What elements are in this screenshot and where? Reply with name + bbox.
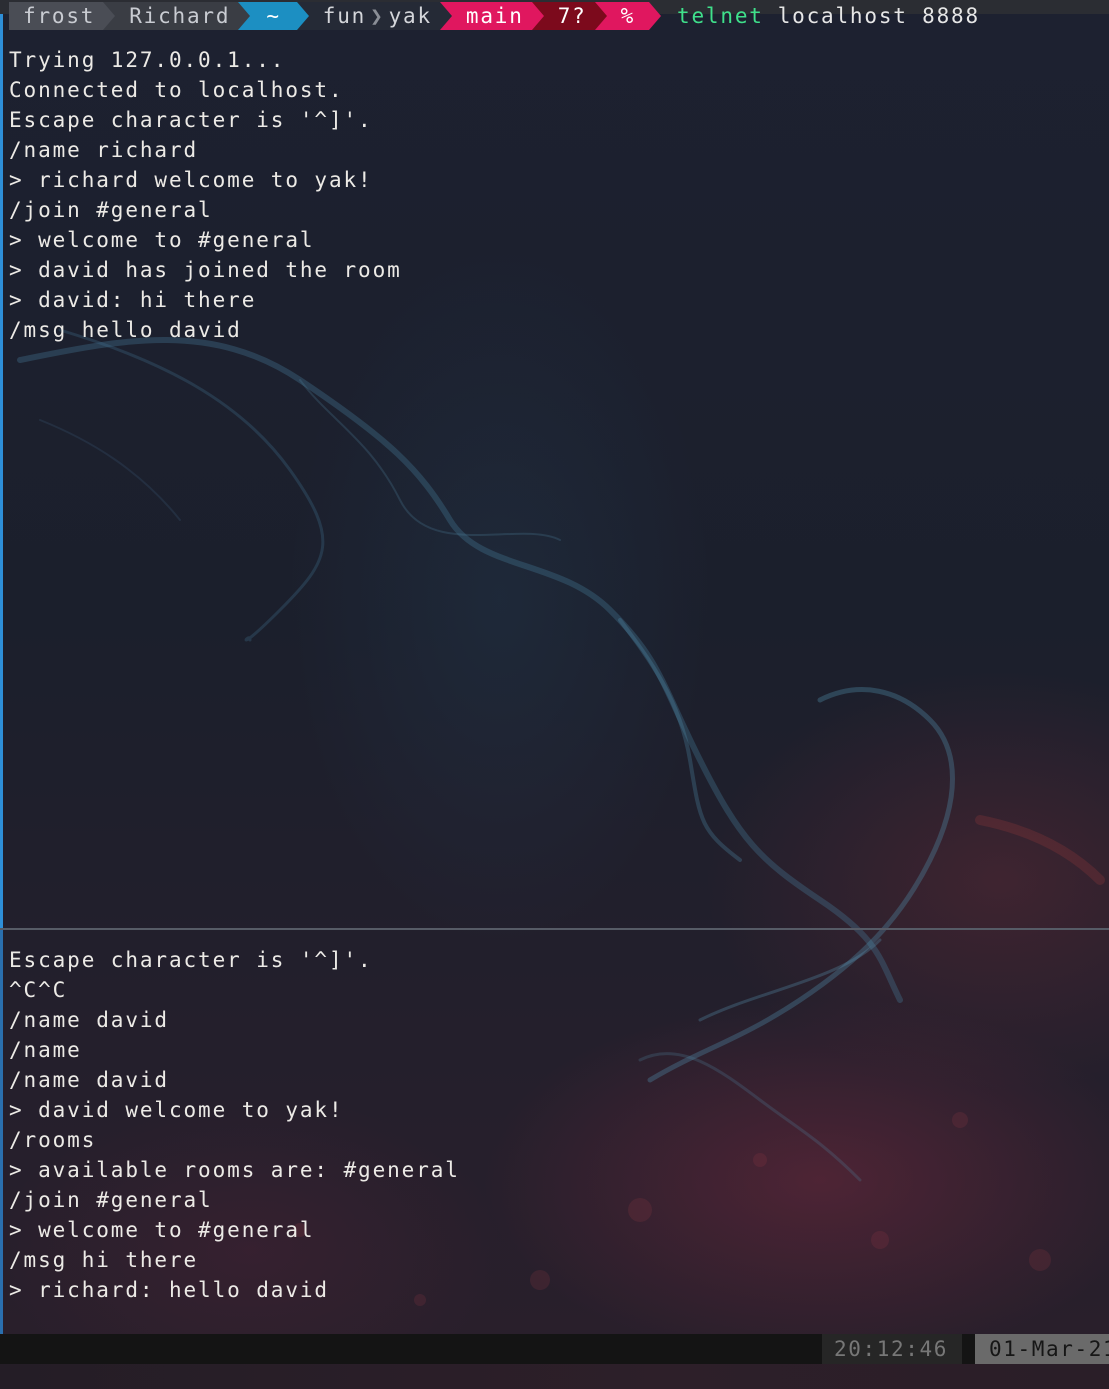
output-line: > welcome to #general — [9, 228, 315, 252]
output-line: > david welcome to yak! — [9, 1098, 344, 1122]
segment-arrow-icon — [531, 2, 544, 30]
path-part-yak: yak — [388, 4, 432, 28]
output-line: > david: hi there — [9, 288, 257, 312]
shell-prompt: frost Richard ~ fun ❯ yak main 7? % teln… — [9, 2, 980, 30]
segment-arrow-icon — [594, 2, 607, 30]
output-line: > richard: hello david — [9, 1278, 329, 1302]
segment-arrow-icon — [439, 2, 452, 30]
command-args: localhost 8888 — [777, 4, 980, 28]
desktop-strip — [0, 1364, 1109, 1389]
output-line: Escape character is '^]'. — [9, 948, 373, 972]
output-line: Escape character is '^]'. — [9, 108, 373, 132]
git-branch-segment: main — [451, 2, 532, 30]
git-untracked-segment: 7? — [543, 2, 595, 30]
top-pane-output: Trying 127.0.0.1... Connected to localho… — [9, 45, 402, 345]
active-pane-indicator — [0, 14, 3, 928]
output-line: /name david — [9, 1008, 169, 1032]
output-line: > available rooms are: #general — [9, 1158, 460, 1182]
bottom-pane-output: Escape character is '^]'. ^C^C /name dav… — [9, 945, 460, 1305]
output-line: > david has joined the room — [9, 258, 402, 282]
segment-arrow-icon — [103, 2, 116, 30]
output-line: > richard welcome to yak! — [9, 168, 373, 192]
output-line: ^C^C — [9, 978, 68, 1002]
output-line: /rooms — [9, 1128, 97, 1152]
output-line: /join #general — [9, 1188, 213, 1212]
output-line: /name — [9, 1038, 82, 1062]
output-line: /name david — [9, 1068, 169, 1092]
pane-indicator — [0, 930, 3, 1334]
output-line: > welcome to #general — [9, 1218, 315, 1242]
status-time: 20:12:46 — [822, 1334, 962, 1364]
output-line: /join #general — [9, 198, 213, 222]
status-date: 01-Mar-21 — [975, 1334, 1109, 1364]
segment-arrow-icon — [238, 2, 251, 30]
prompt-user-segment: frost — [9, 2, 104, 30]
segment-arrow-icon — [649, 2, 662, 30]
prompt-home-segment: ~ — [250, 2, 297, 30]
output-line: Trying 127.0.0.1... — [9, 48, 286, 72]
prompt-host-segment: Richard — [115, 2, 239, 30]
prompt-modifier-segment: % — [606, 2, 650, 30]
output-line: /msg hi there — [9, 1248, 199, 1272]
command-name: telnet — [677, 4, 764, 28]
output-line: Connected to localhost. — [9, 78, 344, 102]
path-part-fun: fun — [322, 4, 367, 28]
terminal-window: frost Richard ~ fun ❯ yak main 7? % teln… — [0, 0, 1109, 1389]
output-line: /msg hello david — [9, 318, 242, 342]
output-line: /name richard — [9, 138, 199, 162]
prompt-path-segment: fun ❯ yak — [308, 2, 440, 30]
path-separator-icon: ❯ — [370, 4, 385, 28]
segment-arrow-icon — [296, 2, 309, 30]
